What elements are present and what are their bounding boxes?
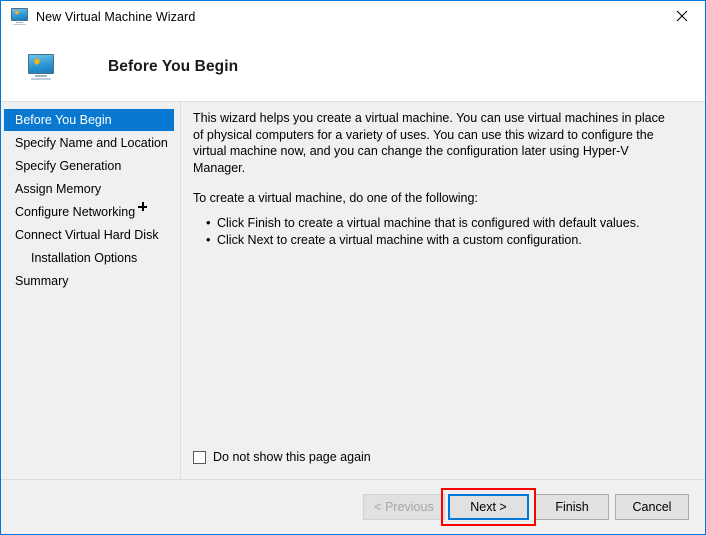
do-not-show-again-checkbox-row[interactable]: Do not show this page again: [193, 450, 371, 464]
sidebar-item-label: Assign Memory: [15, 182, 102, 196]
do-not-show-again-label: Do not show this page again: [213, 450, 371, 464]
wizard-body: Before You Begin Specify Name and Locati…: [1, 102, 705, 479]
finish-button[interactable]: Finish: [535, 494, 609, 520]
page-header: Before You Begin: [1, 32, 705, 102]
intro-paragraph: This wizard helps you create a virtual m…: [193, 111, 665, 175]
previous-button[interactable]: < Previous: [363, 494, 445, 520]
sidebar-item-configure-networking[interactable]: Configure Networking: [1, 201, 180, 223]
sidebar-item-installation-options[interactable]: Installation Options: [1, 247, 180, 269]
wizard-steps-sidebar: Before You Begin Specify Name and Locati…: [1, 102, 181, 479]
sidebar-item-connect-virtual-hard-disk[interactable]: Connect Virtual Hard Disk: [1, 224, 180, 246]
page-title: Before You Begin: [108, 58, 239, 75]
list-item: Click Finish to create a virtual machine…: [206, 214, 683, 232]
sidebar-item-label: Summary: [15, 274, 69, 288]
sidebar-item-label: Connect Virtual Hard Disk: [15, 228, 159, 242]
sidebar-item-specify-generation[interactable]: Specify Generation: [1, 155, 180, 177]
sidebar-item-label: Specify Generation: [15, 159, 122, 173]
option-bullet-list: Click Finish to create a virtual machine…: [193, 214, 683, 249]
new-virtual-machine-wizard-window: New Virtual Machine Wizard Before You Be…: [0, 0, 706, 535]
list-item: Click Next to create a virtual machine w…: [206, 231, 683, 249]
wizard-main-content: This wizard helps you create a virtual m…: [181, 102, 705, 479]
virtual-machine-monitor-icon: [28, 54, 54, 80]
sidebar-item-summary[interactable]: Summary: [1, 270, 180, 292]
close-icon[interactable]: [659, 1, 705, 31]
sidebar-item-specify-name-and-location[interactable]: Specify Name and Location: [1, 132, 180, 154]
cancel-button[interactable]: Cancel: [615, 494, 689, 520]
sidebar-item-before-you-begin[interactable]: Before You Begin: [4, 109, 174, 131]
next-button[interactable]: Next >: [448, 494, 529, 520]
sidebar-item-label: Specify Name and Location: [15, 136, 168, 150]
wizard-footer: < Previous Next > Finish Cancel: [1, 479, 705, 534]
sidebar-item-label: Configure Networking: [15, 205, 136, 219]
window-title: New Virtual Machine Wizard: [36, 9, 196, 24]
virtual-machine-monitor-icon: [11, 8, 28, 25]
sidebar-item-label: Installation Options: [31, 251, 138, 265]
do-not-show-again-checkbox[interactable]: [193, 450, 206, 464]
sidebar-item-assign-memory[interactable]: Assign Memory: [1, 178, 180, 200]
instruction-paragraph: To create a virtual machine, do one of t…: [193, 191, 478, 205]
sidebar-item-label: Before You Begin: [15, 113, 112, 127]
title-bar: New Virtual Machine Wizard: [1, 1, 705, 32]
